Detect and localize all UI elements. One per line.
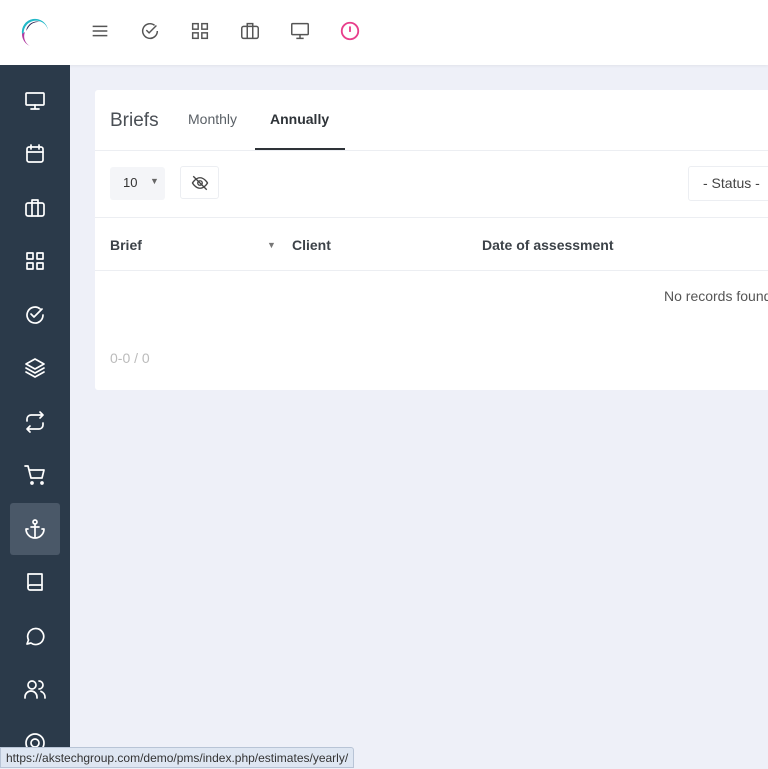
sidebar	[0, 65, 70, 768]
page-size-value: 10	[123, 175, 138, 190]
monitor-icon[interactable]	[289, 20, 313, 44]
check-circle-icon[interactable]	[139, 20, 163, 44]
book-icon[interactable]	[10, 556, 60, 608]
message-icon[interactable]	[10, 610, 60, 662]
briefcase-icon[interactable]	[10, 182, 60, 234]
column-brief[interactable]: Brief	[110, 237, 142, 253]
check-circle-icon[interactable]	[10, 289, 60, 341]
calendar-icon[interactable]	[10, 128, 60, 180]
status-filter[interactable]: - Status -	[688, 166, 768, 201]
column-date-of-assessment[interactable]: Date of assessment	[482, 237, 614, 253]
divider	[95, 270, 768, 271]
empty-message: No records found	[664, 288, 768, 304]
menu-icon[interactable]	[89, 20, 113, 44]
caret-down-icon: ▼	[150, 176, 159, 186]
tab-monthly[interactable]: Monthly	[188, 111, 237, 127]
logo[interactable]	[0, 0, 70, 65]
top-bar	[0, 0, 768, 65]
grid-icon[interactable]	[10, 235, 60, 287]
divider	[95, 217, 768, 218]
page-size-select[interactable]: 10 ▼	[110, 167, 165, 200]
briefs-card: Briefs Monthly Annually 10 ▼ - Status - B…	[95, 90, 768, 390]
alert-circle-icon[interactable]	[339, 20, 363, 44]
eye-off-icon	[191, 175, 208, 190]
repeat-icon[interactable]	[10, 396, 60, 448]
grid-icon[interactable]	[189, 20, 213, 44]
tab-annually[interactable]: Annually	[270, 111, 329, 127]
column-client[interactable]: Client	[292, 237, 331, 253]
briefcase-icon[interactable]	[239, 20, 263, 44]
divider	[95, 150, 768, 151]
hide-columns-button[interactable]	[180, 166, 219, 199]
monitor-icon[interactable]	[10, 75, 60, 127]
users-icon[interactable]	[10, 663, 60, 715]
layers-icon[interactable]	[10, 342, 60, 394]
sort-icon[interactable]: ▼	[267, 240, 276, 250]
anchor-icon[interactable]	[10, 503, 60, 555]
page-title: Briefs	[110, 110, 159, 131]
record-count: 0-0 / 0	[110, 350, 150, 366]
cart-icon[interactable]	[10, 449, 60, 501]
status-url: https://akstechgroup.com/demo/pms/index.…	[0, 747, 355, 768]
